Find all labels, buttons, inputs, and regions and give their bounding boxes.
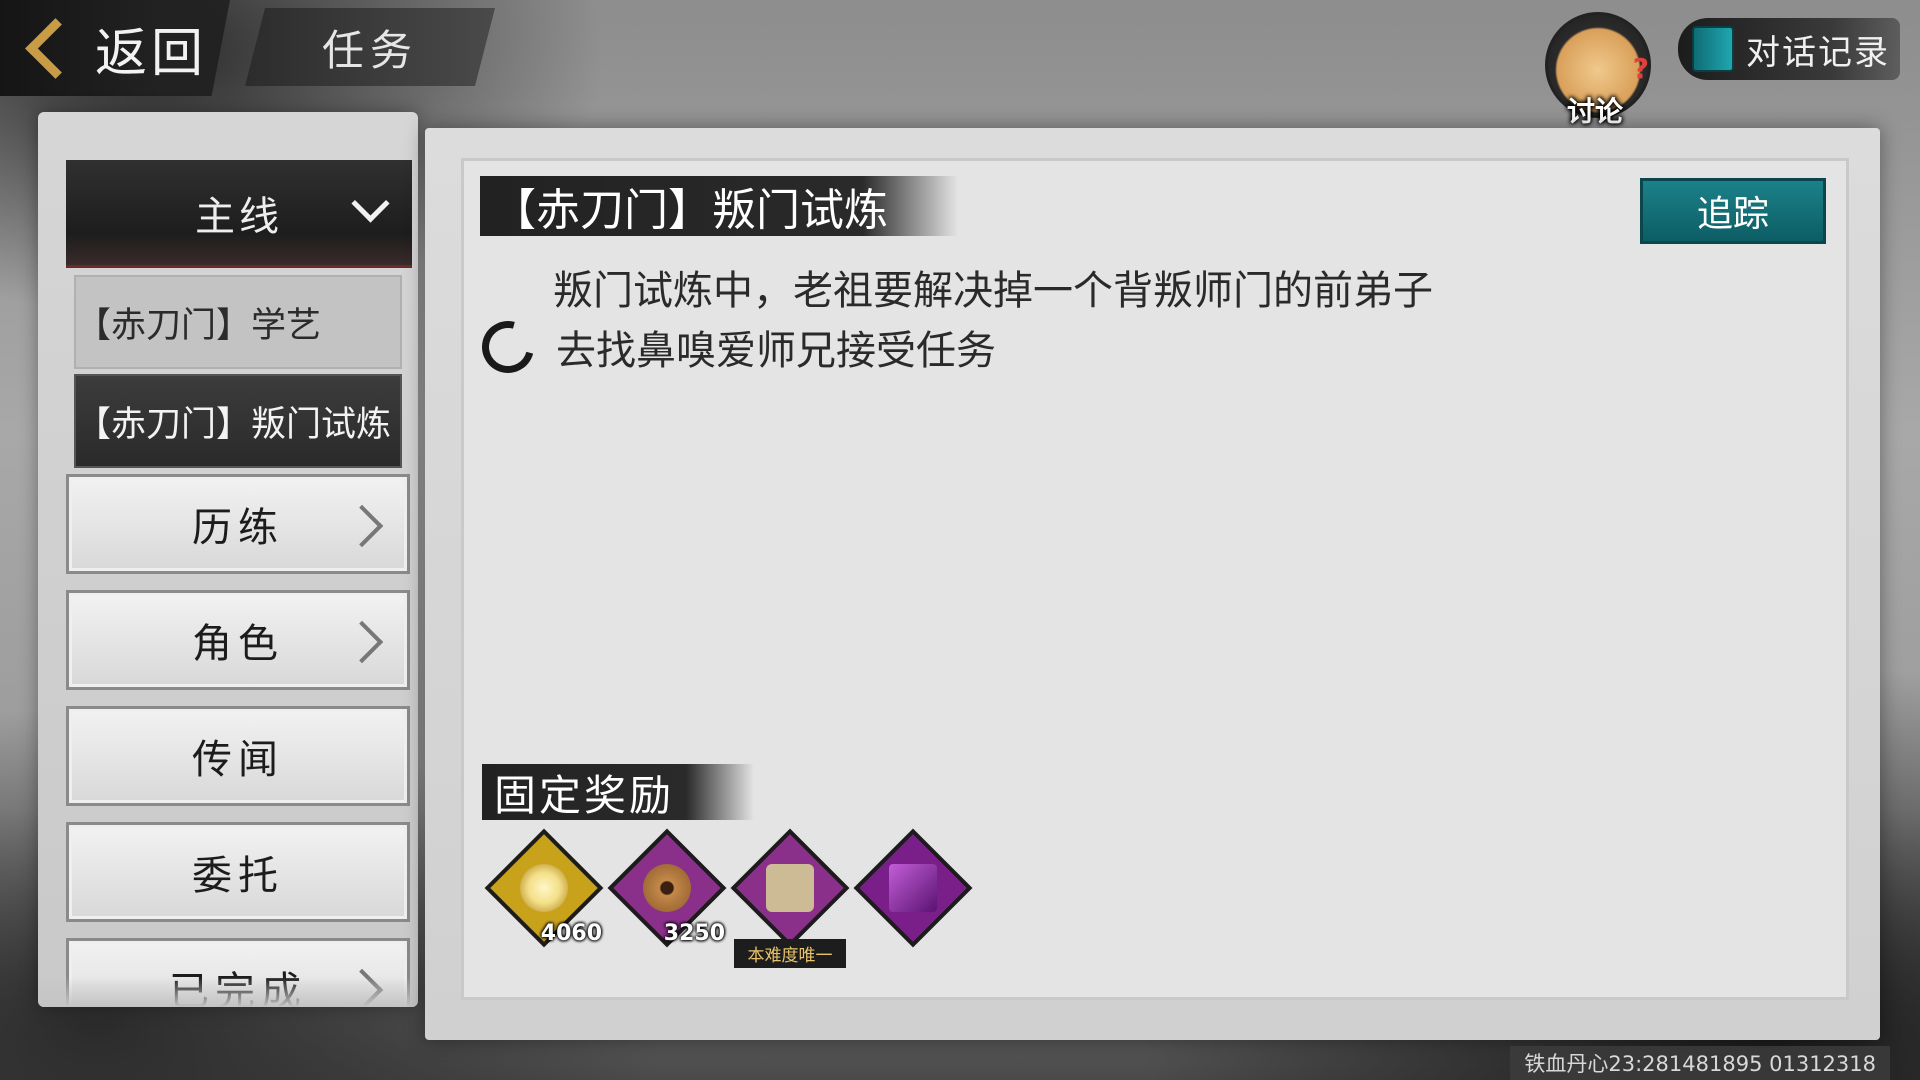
reward-item[interactable]: 4060 — [484, 828, 604, 948]
category-main-story[interactable]: 主线 — [66, 160, 412, 268]
sidebar-fade — [38, 977, 418, 1007]
dialog-log-button[interactable]: 对话记录 — [1678, 18, 1900, 80]
category-training[interactable]: 历练 — [66, 474, 410, 574]
chevron-right-icon — [340, 504, 384, 548]
copper-coin-core — [643, 864, 691, 912]
category-label: 传闻 — [192, 737, 284, 783]
back-button[interactable]: 返回 — [0, 0, 230, 96]
reward-tag: 本难度唯一 — [734, 939, 846, 968]
chevron-down-icon — [351, 184, 390, 223]
category-character[interactable]: 角色 — [66, 590, 410, 690]
discuss-button[interactable]: ? 讨论 — [1535, 10, 1655, 128]
chevron-left-icon — [25, 17, 86, 79]
gold-orb-core — [520, 864, 568, 912]
category-label: 委托 — [192, 853, 284, 899]
reward-item[interactable]: 3250 — [607, 828, 727, 948]
category-rumors[interactable]: 传闻 — [66, 706, 410, 806]
reward-item[interactable]: 本难度唯一 — [730, 828, 850, 968]
chevron-right-icon — [340, 620, 384, 664]
quest-title: 【赤刀门】叛门试炼 — [480, 176, 958, 236]
category-commissions[interactable]: 委托 — [66, 822, 410, 922]
back-label: 返回 — [95, 23, 208, 84]
scroll-core — [766, 864, 814, 912]
objective-text: 去找鼻嗅爱师兄接受任务 — [556, 328, 996, 374]
category-label: 角色 — [192, 621, 284, 667]
category-main-label: 主线 — [195, 193, 283, 240]
quest-item-betrayal-trial[interactable]: 【赤刀门】叛门试炼 — [74, 374, 402, 468]
book-core — [889, 864, 937, 912]
quest-category-sidebar: 主线 【赤刀门】学艺 【赤刀门】叛门试炼 历练 角色 传闻 委托 已完成 — [38, 112, 418, 1007]
category-label: 历练 — [192, 505, 284, 551]
in-progress-icon — [472, 311, 544, 383]
quest-item-label: 【赤刀门】学艺 — [76, 305, 322, 346]
page-title: 任务 — [245, 8, 495, 86]
dialog-log-label: 对话记录 — [1746, 32, 1890, 73]
reward-item[interactable] — [853, 828, 973, 948]
quest-item-label: 【赤刀门】叛门试炼 — [76, 404, 392, 445]
player-id-watermark: 铁血丹心23:281481895 01312318 — [1510, 1046, 1890, 1080]
quest-objective: 去找鼻嗅爱师兄接受任务 — [472, 311, 996, 383]
track-button[interactable]: 追踪 — [1640, 178, 1826, 244]
reward-header: 固定奖励 — [482, 764, 755, 820]
quest-item-apprentice[interactable]: 【赤刀门】学艺 — [74, 275, 402, 369]
reward-count: 3250 — [663, 921, 725, 946]
discuss-label: 讨论 — [1566, 95, 1623, 128]
book-icon — [1692, 26, 1734, 72]
question-mark-icon: ? — [1632, 52, 1649, 85]
reward-count: 4060 — [540, 921, 602, 946]
quest-description: 叛门试炼中，老祖要解决掉一个背叛师门的前弟子 — [553, 268, 1433, 314]
